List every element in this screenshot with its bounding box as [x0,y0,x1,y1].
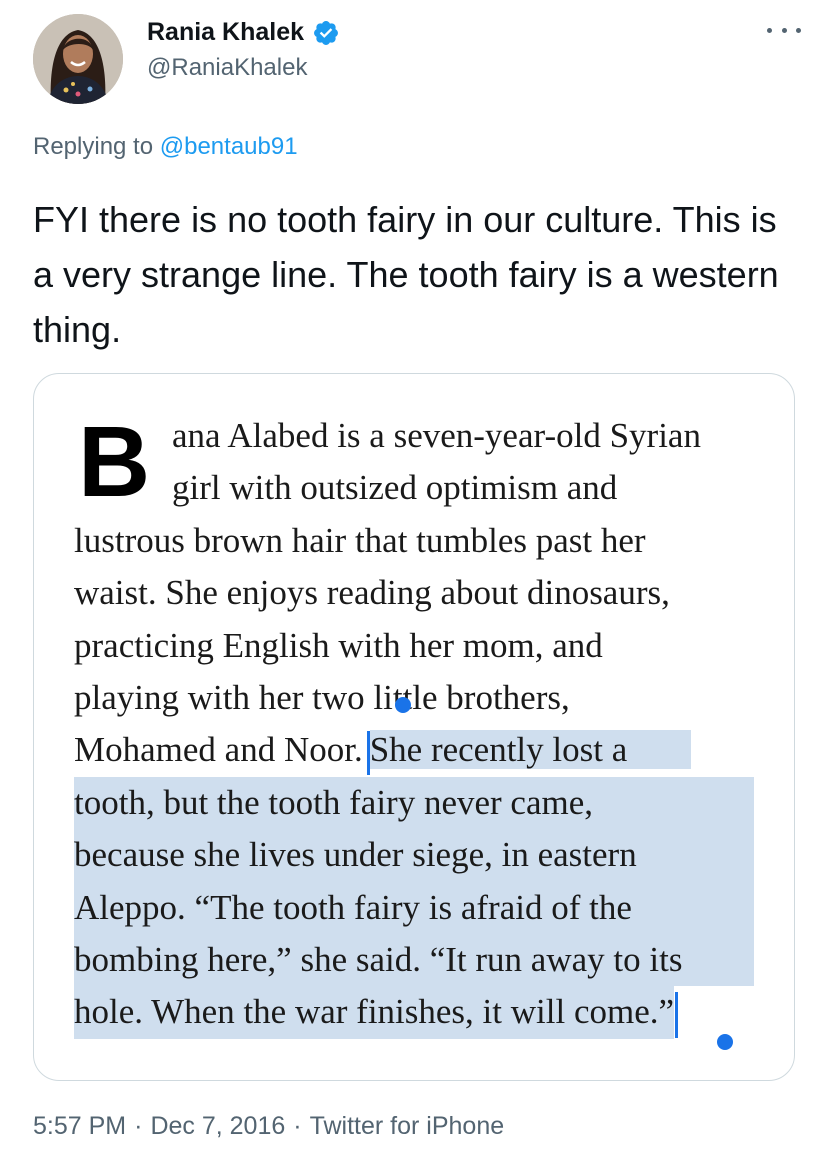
selection-end-caret[interactable] [675,992,679,1039]
separator: · [134,1112,143,1140]
more-options-icon[interactable] [767,20,801,40]
article-line-selected: She recently lost a [369,730,628,770]
display-name[interactable]: Rania Khalek [147,18,304,47]
attached-image-card[interactable]: B ana Alabed is a seven-year-old Syrian … [33,373,795,1081]
article-line: playing with her two little brothers, [74,677,570,717]
article-line: Mohamed and Noor. [74,730,363,770]
tweet-metadata: 5:57 PM · Dec 7, 2016 · Twitter for iPhone [33,1112,504,1141]
article-line-selected: Aleppo. “The tooth fairy is afraid of th… [74,887,632,927]
tweet-header: Rania Khalek @RaniaKhalek [33,14,813,104]
article-line-selected: bombing here,” she said. “It run away to… [74,939,683,979]
verified-badge-icon [312,19,340,47]
avatar[interactable] [33,14,123,104]
replying-to-label: Replying to [33,133,154,160]
article-line: waist. She enjoys reading about dinosaur… [74,573,670,613]
tweet-time[interactable]: 5:57 PM [33,1112,126,1140]
article-line: lustrous brown hair that tumbles past he… [74,520,646,560]
tweet-date[interactable]: Dec 7, 2016 [150,1112,285,1140]
replying-to: Replying to @bentaub91 [33,133,298,161]
reply-to-handle-link[interactable]: @bentaub91 [160,133,298,160]
tweet-text: FYI there is no tooth fairy in our cultu… [33,199,779,350]
article-excerpt: ana Alabed is a seven-year-old Syrian gi… [74,410,774,1039]
article-line-selected: tooth, but the tooth fairy never came, [74,782,594,822]
user-handle[interactable]: @RaniaKhalek [147,54,307,82]
profile-photo-icon [33,14,123,104]
article-line: girl with outsized optimism and [172,468,618,508]
selection-end-handle-icon[interactable] [717,1034,733,1050]
article-line: practicing English with her mom, and [74,625,603,665]
article-line: ana Alabed is a seven-year-old Syrian [172,416,701,455]
separator: · [293,1112,302,1140]
article-line-selected: because she lives under siege, in easter… [74,835,637,875]
tweet-source[interactable]: Twitter for iPhone [310,1112,505,1140]
article-line-selected: hole. When the war finishes, it will com… [74,992,675,1032]
selection-start-handle-icon[interactable] [395,697,411,713]
